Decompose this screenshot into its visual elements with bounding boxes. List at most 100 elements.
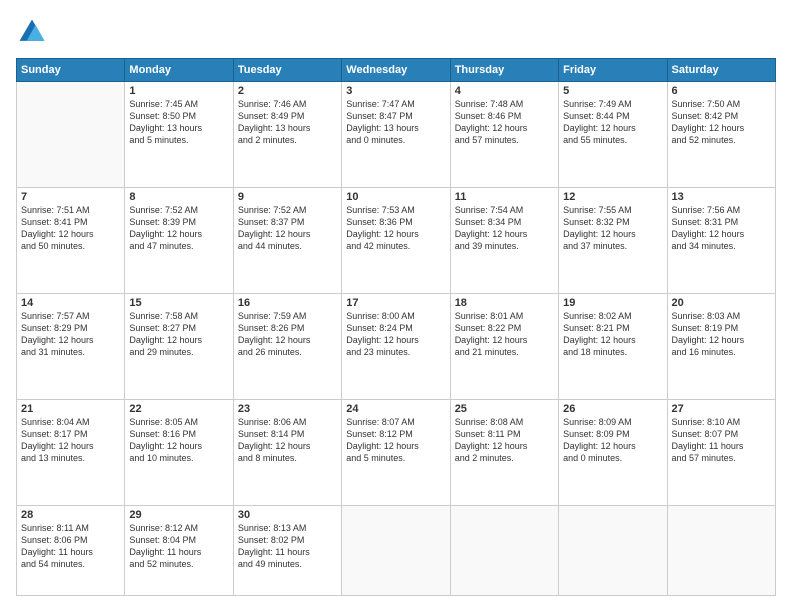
day-info: Sunrise: 8:01 AM Sunset: 8:22 PM Dayligh… [455,310,554,359]
day-number: 8 [129,191,228,203]
day-info: Sunrise: 8:12 AM Sunset: 8:04 PM Dayligh… [129,522,228,571]
day-number: 18 [455,297,554,309]
calendar-cell: 17Sunrise: 8:00 AM Sunset: 8:24 PM Dayli… [342,293,450,399]
day-number: 7 [21,191,120,203]
weekday-header-monday: Monday [125,59,233,82]
calendar-cell: 2Sunrise: 7:46 AM Sunset: 8:49 PM Daylig… [233,82,341,188]
day-number: 28 [21,509,120,521]
weekday-header-saturday: Saturday [667,59,775,82]
day-number: 11 [455,191,554,203]
day-number: 16 [238,297,337,309]
day-number: 25 [455,403,554,415]
day-number: 3 [346,85,445,97]
day-number: 30 [238,509,337,521]
calendar-cell: 6Sunrise: 7:50 AM Sunset: 8:42 PM Daylig… [667,82,775,188]
calendar-week-4: 21Sunrise: 8:04 AM Sunset: 8:17 PM Dayli… [17,399,776,505]
calendar-cell: 29Sunrise: 8:12 AM Sunset: 8:04 PM Dayli… [125,505,233,595]
calendar-cell: 20Sunrise: 8:03 AM Sunset: 8:19 PM Dayli… [667,293,775,399]
day-info: Sunrise: 7:46 AM Sunset: 8:49 PM Dayligh… [238,98,337,147]
calendar-cell: 1Sunrise: 7:45 AM Sunset: 8:50 PM Daylig… [125,82,233,188]
calendar-cell: 8Sunrise: 7:52 AM Sunset: 8:39 PM Daylig… [125,187,233,293]
calendar-week-5: 28Sunrise: 8:11 AM Sunset: 8:06 PM Dayli… [17,505,776,595]
day-info: Sunrise: 7:49 AM Sunset: 8:44 PM Dayligh… [563,98,662,147]
day-number: 19 [563,297,662,309]
calendar-cell: 19Sunrise: 8:02 AM Sunset: 8:21 PM Dayli… [559,293,667,399]
day-info: Sunrise: 8:03 AM Sunset: 8:19 PM Dayligh… [672,310,771,359]
day-info: Sunrise: 7:53 AM Sunset: 8:36 PM Dayligh… [346,204,445,253]
day-number: 26 [563,403,662,415]
day-info: Sunrise: 7:52 AM Sunset: 8:39 PM Dayligh… [129,204,228,253]
day-info: Sunrise: 7:48 AM Sunset: 8:46 PM Dayligh… [455,98,554,147]
calendar-cell: 30Sunrise: 8:13 AM Sunset: 8:02 PM Dayli… [233,505,341,595]
calendar-cell: 11Sunrise: 7:54 AM Sunset: 8:34 PM Dayli… [450,187,558,293]
day-info: Sunrise: 8:05 AM Sunset: 8:16 PM Dayligh… [129,416,228,465]
day-info: Sunrise: 7:56 AM Sunset: 8:31 PM Dayligh… [672,204,771,253]
day-info: Sunrise: 8:02 AM Sunset: 8:21 PM Dayligh… [563,310,662,359]
calendar-cell: 21Sunrise: 8:04 AM Sunset: 8:17 PM Dayli… [17,399,125,505]
day-info: Sunrise: 8:06 AM Sunset: 8:14 PM Dayligh… [238,416,337,465]
day-number: 17 [346,297,445,309]
day-number: 12 [563,191,662,203]
day-number: 5 [563,85,662,97]
day-info: Sunrise: 8:10 AM Sunset: 8:07 PM Dayligh… [672,416,771,465]
day-number: 24 [346,403,445,415]
calendar-week-3: 14Sunrise: 7:57 AM Sunset: 8:29 PM Dayli… [17,293,776,399]
calendar-cell: 18Sunrise: 8:01 AM Sunset: 8:22 PM Dayli… [450,293,558,399]
calendar-cell [450,505,558,595]
day-info: Sunrise: 8:08 AM Sunset: 8:11 PM Dayligh… [455,416,554,465]
day-number: 23 [238,403,337,415]
day-number: 21 [21,403,120,415]
calendar-cell: 22Sunrise: 8:05 AM Sunset: 8:16 PM Dayli… [125,399,233,505]
calendar-cell: 3Sunrise: 7:47 AM Sunset: 8:47 PM Daylig… [342,82,450,188]
calendar-cell: 4Sunrise: 7:48 AM Sunset: 8:46 PM Daylig… [450,82,558,188]
day-info: Sunrise: 7:55 AM Sunset: 8:32 PM Dayligh… [563,204,662,253]
day-info: Sunrise: 7:59 AM Sunset: 8:26 PM Dayligh… [238,310,337,359]
calendar-cell: 26Sunrise: 8:09 AM Sunset: 8:09 PM Dayli… [559,399,667,505]
day-info: Sunrise: 8:00 AM Sunset: 8:24 PM Dayligh… [346,310,445,359]
logo-icon [16,16,48,48]
day-info: Sunrise: 7:47 AM Sunset: 8:47 PM Dayligh… [346,98,445,147]
day-info: Sunrise: 8:11 AM Sunset: 8:06 PM Dayligh… [21,522,120,571]
calendar-cell: 14Sunrise: 7:57 AM Sunset: 8:29 PM Dayli… [17,293,125,399]
day-info: Sunrise: 7:52 AM Sunset: 8:37 PM Dayligh… [238,204,337,253]
day-number: 15 [129,297,228,309]
calendar-cell: 16Sunrise: 7:59 AM Sunset: 8:26 PM Dayli… [233,293,341,399]
weekday-header-row: SundayMondayTuesdayWednesdayThursdayFrid… [17,59,776,82]
calendar-week-1: 1Sunrise: 7:45 AM Sunset: 8:50 PM Daylig… [17,82,776,188]
weekday-header-wednesday: Wednesday [342,59,450,82]
day-info: Sunrise: 7:54 AM Sunset: 8:34 PM Dayligh… [455,204,554,253]
day-info: Sunrise: 8:07 AM Sunset: 8:12 PM Dayligh… [346,416,445,465]
weekday-header-tuesday: Tuesday [233,59,341,82]
day-info: Sunrise: 7:45 AM Sunset: 8:50 PM Dayligh… [129,98,228,147]
calendar-cell [667,505,775,595]
day-info: Sunrise: 7:57 AM Sunset: 8:29 PM Dayligh… [21,310,120,359]
day-info: Sunrise: 8:09 AM Sunset: 8:09 PM Dayligh… [563,416,662,465]
calendar-week-2: 7Sunrise: 7:51 AM Sunset: 8:41 PM Daylig… [17,187,776,293]
calendar: SundayMondayTuesdayWednesdayThursdayFrid… [16,58,776,596]
calendar-cell: 28Sunrise: 8:11 AM Sunset: 8:06 PM Dayli… [17,505,125,595]
day-info: Sunrise: 7:51 AM Sunset: 8:41 PM Dayligh… [21,204,120,253]
calendar-cell [342,505,450,595]
calendar-cell: 25Sunrise: 8:08 AM Sunset: 8:11 PM Dayli… [450,399,558,505]
day-number: 9 [238,191,337,203]
calendar-cell: 5Sunrise: 7:49 AM Sunset: 8:44 PM Daylig… [559,82,667,188]
calendar-cell: 23Sunrise: 8:06 AM Sunset: 8:14 PM Dayli… [233,399,341,505]
calendar-cell: 24Sunrise: 8:07 AM Sunset: 8:12 PM Dayli… [342,399,450,505]
day-info: Sunrise: 8:13 AM Sunset: 8:02 PM Dayligh… [238,522,337,571]
day-info: Sunrise: 7:58 AM Sunset: 8:27 PM Dayligh… [129,310,228,359]
calendar-cell [17,82,125,188]
day-number: 2 [238,85,337,97]
day-number: 22 [129,403,228,415]
calendar-cell: 10Sunrise: 7:53 AM Sunset: 8:36 PM Dayli… [342,187,450,293]
day-number: 13 [672,191,771,203]
day-info: Sunrise: 8:04 AM Sunset: 8:17 PM Dayligh… [21,416,120,465]
day-number: 14 [21,297,120,309]
page-header [16,16,776,48]
weekday-header-thursday: Thursday [450,59,558,82]
day-number: 4 [455,85,554,97]
calendar-cell: 13Sunrise: 7:56 AM Sunset: 8:31 PM Dayli… [667,187,775,293]
logo [16,16,52,48]
day-number: 6 [672,85,771,97]
calendar-cell: 12Sunrise: 7:55 AM Sunset: 8:32 PM Dayli… [559,187,667,293]
day-number: 1 [129,85,228,97]
